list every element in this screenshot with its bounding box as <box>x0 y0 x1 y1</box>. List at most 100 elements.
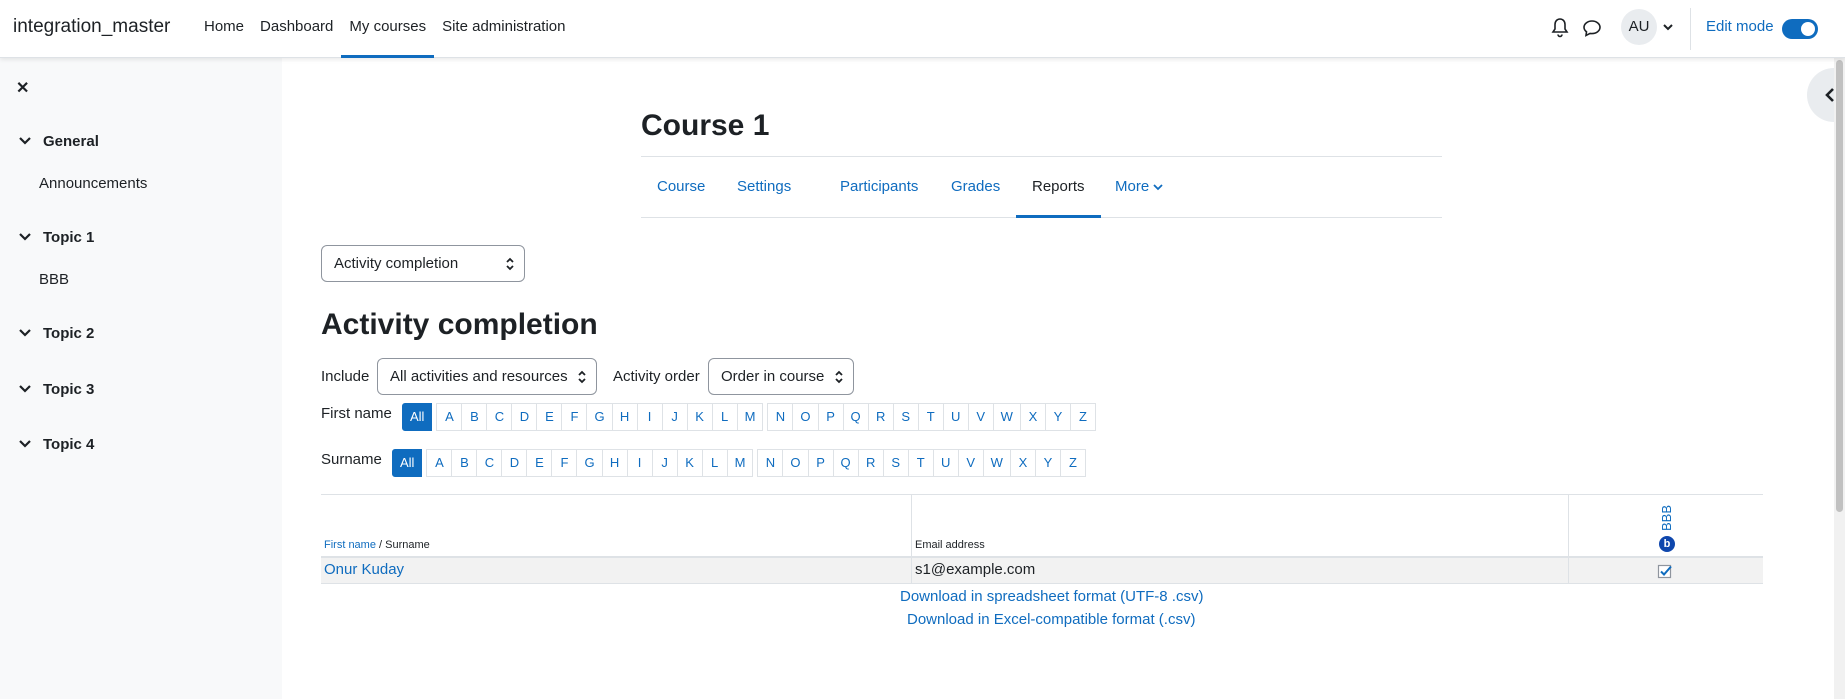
chevron-down-icon[interactable] <box>1661 20 1675 34</box>
surname-initial-p[interactable]: P <box>807 449 834 477</box>
surname-initial-z[interactable]: Z <box>1059 449 1086 477</box>
firstname-initial-b[interactable]: B <box>461 403 488 431</box>
tab-reports[interactable]: Reports <box>1016 157 1101 218</box>
surname-initial-e[interactable]: E <box>526 449 553 477</box>
surname-initial-y[interactable]: Y <box>1034 449 1061 477</box>
tab-course[interactable]: Course <box>641 157 721 218</box>
activity-column-name[interactable]: BBB <box>1660 497 1674 533</box>
firstname-initial-h[interactable]: H <box>611 403 638 431</box>
chevron-down-icon[interactable] <box>19 381 31 398</box>
nav-item-dashboard[interactable]: Dashboard <box>252 0 341 58</box>
section-topic-4[interactable]: Topic 4 <box>19 436 94 453</box>
surname-initial-x[interactable]: X <box>1009 449 1036 477</box>
chevron-down-icon[interactable] <box>19 436 31 453</box>
surname-initial-t[interactable]: T <box>907 449 934 477</box>
surname-initial-w[interactable]: W <box>982 449 1011 477</box>
section-title: General <box>43 133 99 150</box>
surname-initial-f[interactable]: F <box>551 449 578 477</box>
section-general[interactable]: General <box>19 133 99 150</box>
site-brand[interactable]: integration_master <box>13 16 170 38</box>
activity-order-select[interactable]: Order in course <box>708 358 854 395</box>
section-topic-3[interactable]: Topic 3 <box>19 381 94 398</box>
surname-initial-c[interactable]: C <box>476 449 503 477</box>
chevron-down-icon[interactable] <box>19 133 31 150</box>
firstname-initial-f[interactable]: F <box>561 403 588 431</box>
download-csv-excel-link[interactable]: Download in Excel-compatible format (.cs… <box>907 611 1195 628</box>
nav-item-home[interactable]: Home <box>196 0 252 58</box>
chevron-down-icon[interactable] <box>19 229 31 246</box>
firstname-initial-d[interactable]: D <box>511 403 538 431</box>
tab-participants[interactable]: Participants <box>824 157 934 218</box>
firstname-initial-u[interactable]: U <box>942 403 969 431</box>
firstname-initial-z[interactable]: Z <box>1069 403 1096 431</box>
section-topic-2[interactable]: Topic 2 <box>19 325 94 342</box>
surname-initial-all[interactable]: All <box>392 449 423 477</box>
activity-order-label: Activity order <box>613 368 700 385</box>
section-topic-1[interactable]: Topic 1 <box>19 229 94 246</box>
firstname-initial-all[interactable]: All <box>402 403 433 431</box>
edit-mode-toggle[interactable] <box>1782 19 1818 39</box>
tab-more[interactable]: More <box>1099 157 1179 218</box>
surname-initial-h[interactable]: H <box>601 449 628 477</box>
nav-item-site-administration[interactable]: Site administration <box>434 0 573 58</box>
surname-initial-l[interactable]: L <box>701 449 728 477</box>
surname-initial-r[interactable]: R <box>857 449 884 477</box>
firstname-initial-a[interactable]: A <box>436 403 463 431</box>
report-selector[interactable]: Activity completion <box>321 245 525 282</box>
course-index-drawer: ✕ General Announcements Topic 1 BBB Topi… <box>0 58 282 699</box>
firstname-initial-c[interactable]: C <box>486 403 513 431</box>
firstname-initial-v[interactable]: V <box>967 403 994 431</box>
surname-initial-q[interactable]: Q <box>832 449 859 477</box>
firstname-initial-n[interactable]: N <box>767 403 794 431</box>
surname-initial-d[interactable]: D <box>501 449 528 477</box>
bell-icon[interactable] <box>1550 17 1570 39</box>
tab-settings[interactable]: Settings <box>721 157 807 218</box>
firstname-initial-l[interactable]: L <box>711 403 738 431</box>
firstname-initial-e[interactable]: E <box>536 403 563 431</box>
firstname-initial-j[interactable]: J <box>661 403 688 431</box>
scrollbar-thumb[interactable] <box>1836 60 1843 512</box>
completion-checkbox-icon[interactable] <box>1657 563 1673 579</box>
firstname-initial-o[interactable]: O <box>792 403 819 431</box>
surname-initial-b[interactable]: B <box>451 449 478 477</box>
sort-surname-link[interactable]: Surname <box>385 539 430 551</box>
surname-initial-k[interactable]: K <box>676 449 703 477</box>
activity-order-select-value: Order in course <box>721 368 825 385</box>
activity-bbb[interactable]: BBB <box>39 271 69 288</box>
surname-initial-v[interactable]: V <box>957 449 984 477</box>
firstname-initial-x[interactable]: X <box>1019 403 1046 431</box>
firstname-initial-w[interactable]: W <box>992 403 1021 431</box>
user-avatar[interactable]: AU <box>1621 9 1657 45</box>
include-select[interactable]: All activities and resources <box>377 358 597 395</box>
surname-initial-u[interactable]: U <box>932 449 959 477</box>
firstname-initial-m[interactable]: M <box>736 403 764 431</box>
surname-initial-a[interactable]: A <box>426 449 453 477</box>
download-csv-utf8-link[interactable]: Download in spreadsheet format (UTF-8 .c… <box>900 588 1203 605</box>
chat-icon[interactable] <box>1581 17 1603 39</box>
firstname-initial-t[interactable]: T <box>917 403 944 431</box>
surname-initial-g[interactable]: G <box>576 449 603 477</box>
surname-initial-j[interactable]: J <box>651 449 678 477</box>
surname-initial-s[interactable]: S <box>882 449 909 477</box>
surname-initial-i[interactable]: I <box>626 449 653 477</box>
firstname-initial-i[interactable]: I <box>636 403 663 431</box>
nav-item-my-courses[interactable]: My courses <box>341 0 435 58</box>
firstname-initial-k[interactable]: K <box>686 403 713 431</box>
firstname-initial-p[interactable]: P <box>817 403 844 431</box>
surname-initial-o[interactable]: O <box>782 449 809 477</box>
tab-grades[interactable]: Grades <box>935 157 1016 218</box>
surname-initial-n[interactable]: N <box>757 449 784 477</box>
firstname-initial-y[interactable]: Y <box>1044 403 1071 431</box>
close-icon[interactable]: ✕ <box>16 78 29 98</box>
sort-firstname-link[interactable]: First name <box>324 539 376 551</box>
page-scrollbar[interactable] <box>1834 58 1845 699</box>
activity-announcements[interactable]: Announcements <box>39 175 147 192</box>
chevron-down-icon[interactable] <box>19 325 31 342</box>
firstname-initial-s[interactable]: S <box>892 403 919 431</box>
firstname-initial-g[interactable]: G <box>586 403 613 431</box>
bigbluebutton-icon: b <box>1659 536 1675 552</box>
tab-more-label: More <box>1115 178 1150 195</box>
firstname-initial-r[interactable]: R <box>867 403 894 431</box>
firstname-initial-q[interactable]: Q <box>842 403 869 431</box>
surname-initial-m[interactable]: M <box>726 449 754 477</box>
